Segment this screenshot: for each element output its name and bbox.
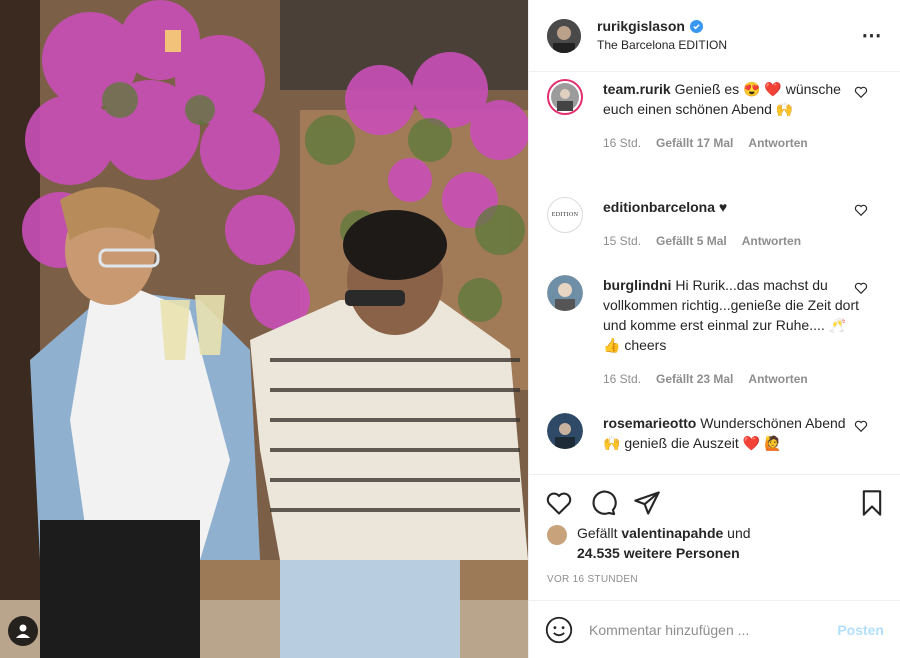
comment-item: EDITION editionbarcelona ♥ 15 Std. Gefäl…: [547, 197, 884, 251]
comment-username[interactable]: rosemarieotto: [603, 415, 696, 431]
likes-prefix: Gefällt: [577, 525, 618, 541]
post-actions: [529, 474, 900, 530]
likes-text: Gefällt valentinapahde und 24.535 weiter…: [577, 523, 751, 563]
likes-joiner: und: [727, 525, 751, 541]
comment-likes[interactable]: Gefällt 17 Mal: [656, 133, 733, 153]
comment-body: burglindni Hi Rurik...das machst du voll…: [603, 275, 884, 389]
like-heart-icon[interactable]: [545, 489, 573, 517]
commenter-avatar[interactable]: [547, 413, 583, 449]
header-text: rurikgislason The Barcelona EDITION: [597, 17, 860, 55]
post-timestamp[interactable]: VOR 16 STUNDEN: [547, 574, 638, 585]
author-avatar[interactable]: [547, 18, 581, 53]
verified-badge-icon: [689, 19, 703, 33]
likes-count[interactable]: 24.535 weitere Personen: [577, 545, 740, 561]
comment-likes[interactable]: Gefällt 23 Mal: [656, 369, 733, 389]
reply-button[interactable]: Antworten: [748, 369, 807, 389]
liker-avatar[interactable]: [547, 525, 567, 545]
comment-likes[interactable]: Gefällt 5 Mal: [656, 231, 727, 251]
author-username[interactable]: rurikgislason: [597, 17, 703, 36]
edition-logo: EDITION: [551, 212, 579, 218]
likes-summary: Gefällt valentinapahde und 24.535 weiter…: [547, 523, 884, 563]
author-username-label[interactable]: rurikgislason: [597, 17, 685, 36]
post-image: [0, 0, 528, 658]
comment-meta: 16 Std. Gefällt 23 Mal Antworten: [603, 369, 862, 389]
post-sidebar: rurikgislason The Barcelona EDITION ⋯ te…: [528, 0, 900, 658]
comment-text: ♥: [718, 199, 728, 215]
comments-list: team.rurik Genieß es 😍 ❤️ wünsche euch e…: [529, 73, 900, 473]
comment-body: rosemarieotto Wunderschönen Abend 🙌 geni…: [603, 413, 884, 453]
comment-meta: 15 Std. Gefällt 5 Mal Antworten: [603, 231, 862, 251]
post-photo[interactable]: [0, 0, 528, 658]
emoji-smiley-icon[interactable]: [545, 616, 573, 644]
tagged-users-icon[interactable]: [8, 616, 38, 646]
comment-body: team.rurik Genieß es 😍 ❤️ wünsche euch e…: [603, 79, 884, 153]
comment-time[interactable]: 16 Std.: [603, 133, 641, 153]
post-comment-button[interactable]: Posten: [837, 622, 884, 638]
comment-username[interactable]: burglindni: [603, 277, 671, 293]
share-paper-plane-icon[interactable]: [633, 489, 661, 517]
commenter-avatar[interactable]: [547, 79, 583, 115]
comment-meta: 16 Std. Gefällt 17 Mal Antworten: [603, 133, 862, 153]
comment-like-heart-icon[interactable]: [854, 419, 868, 433]
comment-item: burglindni Hi Rurik...das machst du voll…: [547, 275, 884, 389]
comment-time[interactable]: 16 Std.: [603, 369, 641, 389]
comment-bubble-icon[interactable]: [589, 489, 617, 517]
comment-input[interactable]: Kommentar hinzufügen ...: [589, 622, 837, 638]
reply-button[interactable]: Antworten: [742, 231, 801, 251]
comment-username[interactable]: editionbarcelona: [603, 199, 715, 215]
liker-username[interactable]: valentinapahde: [621, 525, 723, 541]
comment-item: rosemarieotto Wunderschönen Abend 🙌 geni…: [547, 413, 884, 453]
post-header: rurikgislason The Barcelona EDITION ⋯: [529, 0, 900, 72]
commenter-avatar[interactable]: EDITION: [547, 197, 583, 233]
comment-item: team.rurik Genieß es 😍 ❤️ wünsche euch e…: [547, 79, 884, 153]
comment-username[interactable]: team.rurik: [603, 81, 671, 97]
reply-button[interactable]: Antworten: [748, 133, 807, 153]
comment-like-heart-icon[interactable]: [854, 85, 868, 99]
comment-like-heart-icon[interactable]: [854, 281, 868, 295]
post-location[interactable]: The Barcelona EDITION: [597, 36, 860, 55]
more-options-icon[interactable]: ⋯: [860, 23, 884, 48]
comment-like-heart-icon[interactable]: [854, 203, 868, 217]
save-bookmark-icon[interactable]: [858, 489, 886, 517]
comment-body: editionbarcelona ♥ 15 Std. Gefällt 5 Mal…: [603, 197, 884, 251]
add-comment-bar: Kommentar hinzufügen ... Posten: [529, 600, 900, 658]
commenter-avatar[interactable]: [547, 275, 583, 311]
comment-time[interactable]: 15 Std.: [603, 231, 641, 251]
